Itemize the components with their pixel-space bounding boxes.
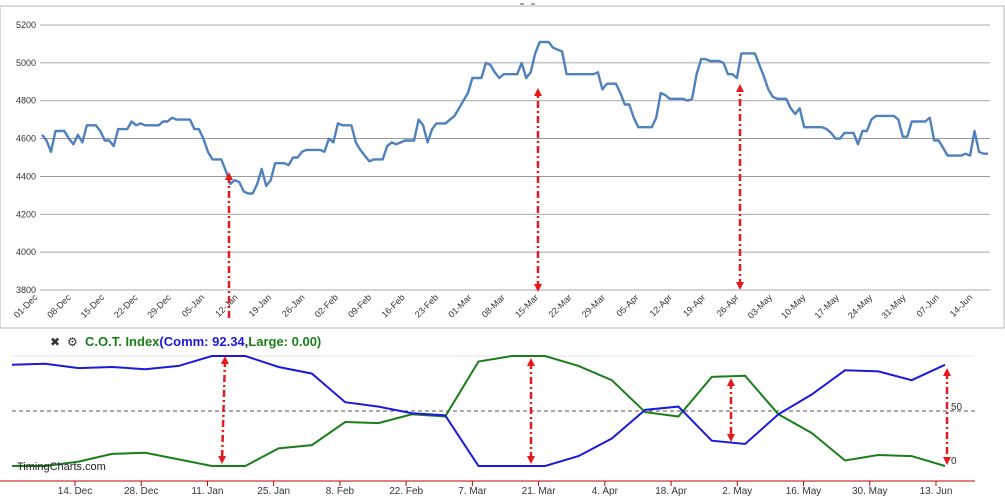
cot-x-tick-label: 16. May xyxy=(786,486,822,497)
price-y-tick-label: 4400 xyxy=(16,171,36,181)
price-y-tick-label: 5200 xyxy=(16,20,36,30)
price-chart-frame xyxy=(0,5,1005,329)
cot-title-large: Large: 0.00) xyxy=(248,334,321,349)
cot-x-tick-label: 8. Feb xyxy=(326,486,355,497)
cot-x-tick-label: 30. May xyxy=(852,486,888,497)
watermark: TimingCharts.com xyxy=(17,461,106,473)
price-y-tick-label: 4800 xyxy=(16,96,36,106)
cot-title: C.O.T. Index(Comm: 92.34,Large: 0.00) xyxy=(85,334,321,349)
cot-x-tick-label: 11. Jan xyxy=(191,486,223,497)
cot-y-tick-label: 0 xyxy=(951,456,957,467)
cot-x-tick-label: 18. Apr xyxy=(655,486,687,497)
cot-legend: ✖ ⚙ C.O.T. Index(Comm: 92.34,Large: 0.00… xyxy=(50,334,321,349)
cot-y-axis: 0 50 xyxy=(12,355,975,467)
cot-x-tick-label: 22. Feb xyxy=(389,486,423,497)
cot-x-tick-label: 2. May xyxy=(722,486,752,497)
cot-x-tick-label: 13. Jun xyxy=(920,486,953,497)
cot-x-tick-label: 21. Mar xyxy=(522,486,557,497)
cot-x-tick-label: 7. Mar xyxy=(458,486,487,497)
cot-index-chart: ✖ ⚙ C.O.T. Index(Comm: 92.34,Large: 0.00… xyxy=(0,334,975,497)
gear-icon[interactable]: ⚙ xyxy=(67,335,78,349)
cot-x-axis: 14. Dec 28. Dec 11. Jan 25. Jan 8. Feb 22. Fe… xyxy=(58,481,953,497)
chart-canvas: 38004000420044004600480050005200 01-Dec 0… xyxy=(0,3,1005,497)
cot-title-comm: (Comm: 92.34 xyxy=(159,334,245,349)
annotation-arrow xyxy=(218,356,229,464)
price-chart: 38004000420044004600480050005200 01-Dec 0… xyxy=(0,3,1005,329)
cot-title-prefix: C.O.T. Index xyxy=(85,334,160,349)
price-y-tick-label: 5000 xyxy=(16,58,36,68)
cot-x-tick-label: 4. Apr xyxy=(592,486,619,497)
cot-x-tick-label: 14. Dec xyxy=(58,486,92,497)
close-icon[interactable]: ✖ xyxy=(50,335,60,349)
price-y-tick-label: 4600 xyxy=(16,134,36,144)
cot-x-tick-label: 25. Jan xyxy=(257,486,290,497)
price-y-tick-label: 4200 xyxy=(16,209,36,219)
cot-x-tick-label: 28. Dec xyxy=(124,486,158,497)
price-y-tick-label: 4000 xyxy=(16,247,36,257)
cot-y-tick-label: 50 xyxy=(951,402,963,413)
